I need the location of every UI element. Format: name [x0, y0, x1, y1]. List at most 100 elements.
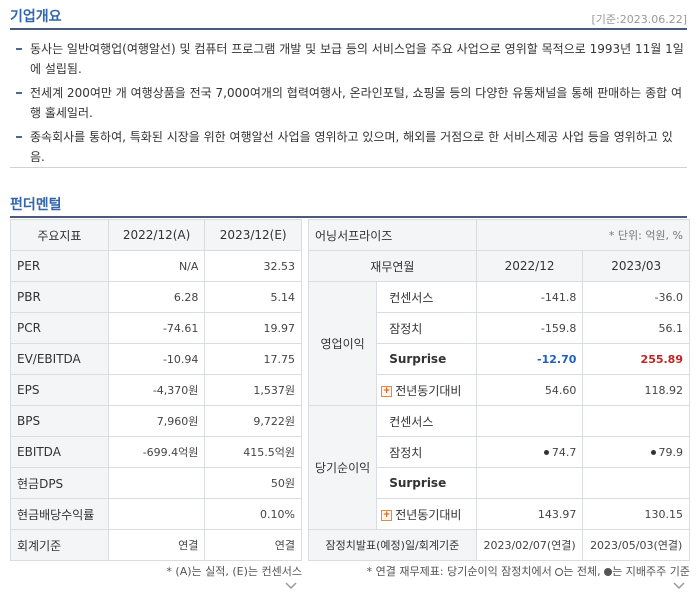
row-label: Surprise: [376, 467, 477, 499]
cell-value: 5.14: [204, 281, 302, 313]
col-header-2022-12: 2022/12: [475, 250, 584, 282]
row-label: 잠정치: [376, 436, 477, 468]
filled-dot-icon: [650, 450, 656, 455]
table-row: EBITDA -699.4억원 415.5억원: [10, 436, 302, 468]
surprise-value-negative: -12.70: [475, 343, 584, 375]
row-label: EV/EBITDA: [10, 343, 109, 375]
cell-value: 0.10%: [204, 498, 302, 530]
earnings-brand-row: 어닝서프라이즈 * 단위: 억원, %: [308, 219, 691, 251]
cell-value: 2023/05/03(연결): [582, 529, 690, 561]
earnings-note-full: 는 지배주주 기준: [612, 565, 690, 578]
bullet-icon: [16, 136, 22, 138]
expand-chevron-left-icon[interactable]: [284, 579, 298, 593]
cell-value: 143.97: [475, 498, 584, 530]
cell-value: [107, 498, 206, 530]
cell-value: -36.0: [582, 281, 690, 313]
cell-value: 415.5억원: [204, 436, 302, 468]
bullet-icon: [16, 48, 22, 50]
row-label: BPS: [10, 405, 109, 437]
table-row: 잠정치발표(예정)일/회계기준 2023/02/07(연결) 2023/05/0…: [308, 529, 690, 561]
row-label: 현금배당수익률: [10, 498, 109, 530]
row-label-expandable[interactable]: + 전년동기대비: [376, 374, 477, 406]
table-row: 영업이익 컨센서스 -141.8 -36.0: [307, 281, 690, 406]
cell-value: 54.60: [475, 374, 584, 406]
overview-list: 동사는 일반여행업(여행알선) 및 컴퓨터 프로그램 개발 및 보급 등의 서비…: [10, 34, 687, 168]
col-header-2023-03: 2023/03: [582, 250, 690, 282]
overview-title: 기업개요: [10, 9, 62, 25]
earnings-unit: * 단위: 억원, %: [475, 219, 691, 251]
footer-label: 잠정치발표(예정)일/회계기준: [308, 529, 477, 561]
cell-value: 6.28: [107, 281, 206, 313]
row-label: 잠정치: [376, 312, 477, 344]
group-operating-profit: 영업이익: [307, 281, 378, 406]
overview-item-text: 전세계 200여만 개 여행상품을 전국 7,000여개의 협력여행사, 온라인…: [30, 86, 683, 120]
table-row: 현금DPS 50원: [10, 467, 302, 499]
row-label: PCR: [10, 312, 109, 344]
earnings-surprise-table: 어닝서프라이즈 * 단위: 억원, % 재무연월 2022/12 2023/03…: [307, 219, 691, 561]
bullet-icon: [16, 92, 22, 94]
cell-value: 118.92: [582, 374, 690, 406]
row-label: 현금DPS: [10, 467, 109, 499]
col-header-2022: 2022/12(A): [107, 219, 206, 251]
cell-value: -159.8: [475, 312, 584, 344]
fundamental-note: * (A)는 실적, (E)는 컨센서스: [166, 565, 302, 578]
overview-item: 종속회사를 통하여, 특화된 시장을 위한 여행알선 사업을 영위하고 있으며,…: [10, 127, 687, 167]
table-row: EPS -4,370원 1,537원: [10, 374, 302, 406]
row-label-expandable[interactable]: + 전년동기대비: [376, 498, 477, 530]
cell-value-with-dot: 79.9: [582, 436, 690, 468]
cell-value: 연결: [204, 529, 302, 561]
overview-item: 전세계 200여만 개 여행상품을 전국 7,000여개의 협력여행사, 온라인…: [10, 83, 687, 123]
fundamental-title: 펀더멘털: [10, 197, 62, 213]
fundamental-header: 펀더멘털: [10, 190, 687, 218]
row-label: 컨센서스: [376, 405, 477, 437]
row-label: PER: [10, 250, 109, 282]
cell-value: [475, 467, 584, 499]
table-row: PER N/A 32.53: [10, 250, 302, 282]
overview-item-text: 종속회사를 통하여, 특화된 시장을 위한 여행알선 사업을 영위하고 있으며,…: [30, 130, 673, 164]
table-row: EV/EBITDA -10.94 17.75: [10, 343, 302, 375]
overview-date: [기준:2023.06.22]: [591, 13, 687, 26]
cell-value: 56.1: [582, 312, 690, 344]
row-label: 컨센서스: [376, 281, 477, 313]
row-label-text: 전년동기대비: [395, 383, 462, 398]
cell-value: [582, 405, 690, 437]
col-header-indicator: 주요지표: [10, 219, 109, 251]
overview-item: 동사는 일반여행업(여행알선) 및 컴퓨터 프로그램 개발 및 보급 등의 서비…: [10, 39, 687, 79]
fundamental-table: 주요지표 2022/12(A) 2023/12(E) PER N/A 32.53 P…: [10, 219, 302, 561]
cell-value: -141.8: [475, 281, 584, 313]
cell-value: 130.15: [582, 498, 690, 530]
cell-value: 9,722원: [204, 405, 302, 437]
surprise-value-positive: 255.89: [582, 343, 690, 375]
cell-value: 2023/02/07(연결): [475, 529, 584, 561]
expand-chevron-right-icon[interactable]: [672, 579, 686, 593]
table-header-row: 주요지표 2022/12(A) 2023/12(E): [10, 219, 302, 251]
table-row: BPS 7,960원 9,722원: [10, 405, 302, 437]
earnings-brand-title: 어닝서프라이즈: [308, 219, 477, 251]
row-label-text: 전년동기대비: [395, 507, 462, 522]
cell-value-text: 79.9: [658, 445, 684, 459]
table-row: PCR -74.61 19.97: [10, 312, 302, 344]
cell-value-text: 74.7: [551, 445, 577, 459]
plus-icon[interactable]: +: [381, 385, 393, 397]
cell-value: [582, 467, 690, 499]
cell-value: -4,370원: [107, 374, 206, 406]
table-row: 당기순이익 컨센서스: [307, 405, 690, 530]
cell-value: 32.53: [204, 250, 302, 282]
filled-dot-icon: [543, 450, 549, 455]
cell-value: [107, 467, 206, 499]
cell-value: -74.61: [107, 312, 206, 344]
cell-value: 7,960원: [107, 405, 206, 437]
earnings-header-row: 재무연월 2022/12 2023/03: [308, 250, 690, 282]
col-header-2023: 2023/12(E): [204, 219, 302, 251]
overview-header: 기업개요 [기준:2023.06.22]: [10, 2, 687, 30]
cell-value: 1,537원: [204, 374, 302, 406]
filled-circle-icon: [604, 568, 613, 576]
earnings-note-empty: 는 전체,: [563, 565, 601, 578]
cell-value: -699.4억원: [107, 436, 206, 468]
cell-value: N/A: [107, 250, 206, 282]
group-net-income: 당기순이익: [307, 405, 378, 530]
table-row: 현금배당수익률 0.10%: [10, 498, 302, 530]
row-label: EPS: [10, 374, 109, 406]
earnings-note-prefix: * 연결 재무제표: 당기순이익 잠정치에서: [366, 565, 552, 578]
plus-icon[interactable]: +: [381, 509, 393, 521]
